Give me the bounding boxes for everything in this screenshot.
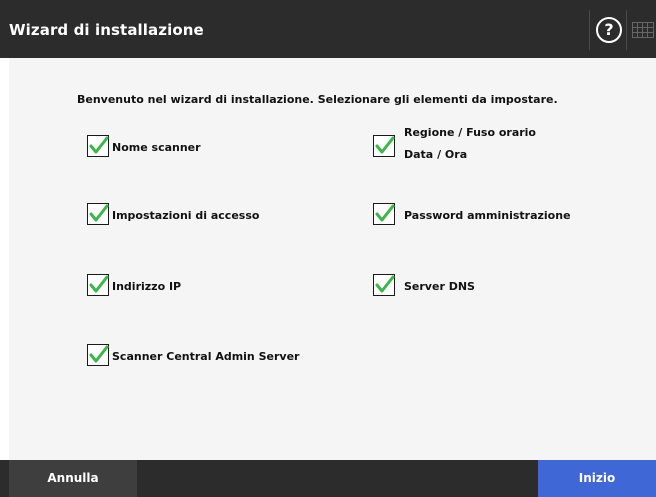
bottom-bar: Annulla Inizio bbox=[0, 460, 656, 497]
checkmark-icon bbox=[89, 345, 109, 363]
date-time-label: Data / Ora bbox=[404, 148, 468, 161]
checkmark-icon bbox=[89, 275, 109, 293]
region-timezone-checkbox[interactable] bbox=[373, 135, 395, 157]
ip-address-checkbox[interactable] bbox=[87, 274, 109, 296]
window-title: Wizard di installazione bbox=[9, 21, 204, 39]
checkmark-icon bbox=[375, 136, 395, 154]
wizard-content: Benvenuto nel wizard di installazione. S… bbox=[9, 58, 656, 460]
option-dns-server[interactable]: Server DNS bbox=[373, 274, 533, 300]
option-ip-address[interactable]: Indirizzo IP bbox=[87, 274, 247, 300]
intro-text: Benvenuto nel wizard di installazione. S… bbox=[77, 93, 558, 106]
keyboard-button[interactable] bbox=[628, 10, 656, 50]
admin-password-checkbox[interactable] bbox=[373, 203, 395, 225]
region-timezone-label: Regione / Fuso orario bbox=[404, 126, 536, 139]
login-settings-label: Impostazioni di accesso bbox=[112, 209, 260, 222]
cancel-button[interactable]: Annulla bbox=[9, 460, 137, 497]
dns-server-label: Server DNS bbox=[404, 280, 475, 293]
help-button[interactable]: ? bbox=[589, 10, 627, 50]
checkmark-icon bbox=[375, 275, 395, 293]
option-central-admin-server[interactable]: Scanner Central Admin Server bbox=[87, 344, 327, 370]
option-admin-password[interactable]: Password amministrazione bbox=[373, 203, 603, 229]
central-admin-server-label: Scanner Central Admin Server bbox=[112, 350, 300, 363]
option-region-timezone[interactable]: Regione / Fuso orario Data / Ora bbox=[373, 126, 573, 166]
scanner-name-checkbox[interactable] bbox=[87, 135, 109, 157]
help-icon: ? bbox=[596, 17, 622, 43]
central-admin-server-checkbox[interactable] bbox=[87, 344, 109, 366]
ip-address-label: Indirizzo IP bbox=[112, 280, 182, 293]
start-button[interactable]: Inizio bbox=[538, 460, 656, 497]
checkmark-icon bbox=[375, 204, 395, 222]
title-bar: Wizard di installazione ? bbox=[0, 0, 656, 58]
setup-wizard-window: Wizard di installazione ? Benvenuto nel … bbox=[0, 0, 656, 497]
login-settings-checkbox[interactable] bbox=[87, 203, 109, 225]
option-scanner-name[interactable]: Nome scanner bbox=[87, 135, 247, 161]
keyboard-icon bbox=[632, 22, 654, 38]
dns-server-checkbox[interactable] bbox=[373, 274, 395, 296]
scanner-name-label: Nome scanner bbox=[112, 141, 201, 154]
checkmark-icon bbox=[89, 204, 109, 222]
option-login-settings[interactable]: Impostazioni di accesso bbox=[87, 203, 287, 229]
admin-password-label: Password amministrazione bbox=[404, 209, 571, 222]
checkmark-icon bbox=[89, 136, 109, 154]
